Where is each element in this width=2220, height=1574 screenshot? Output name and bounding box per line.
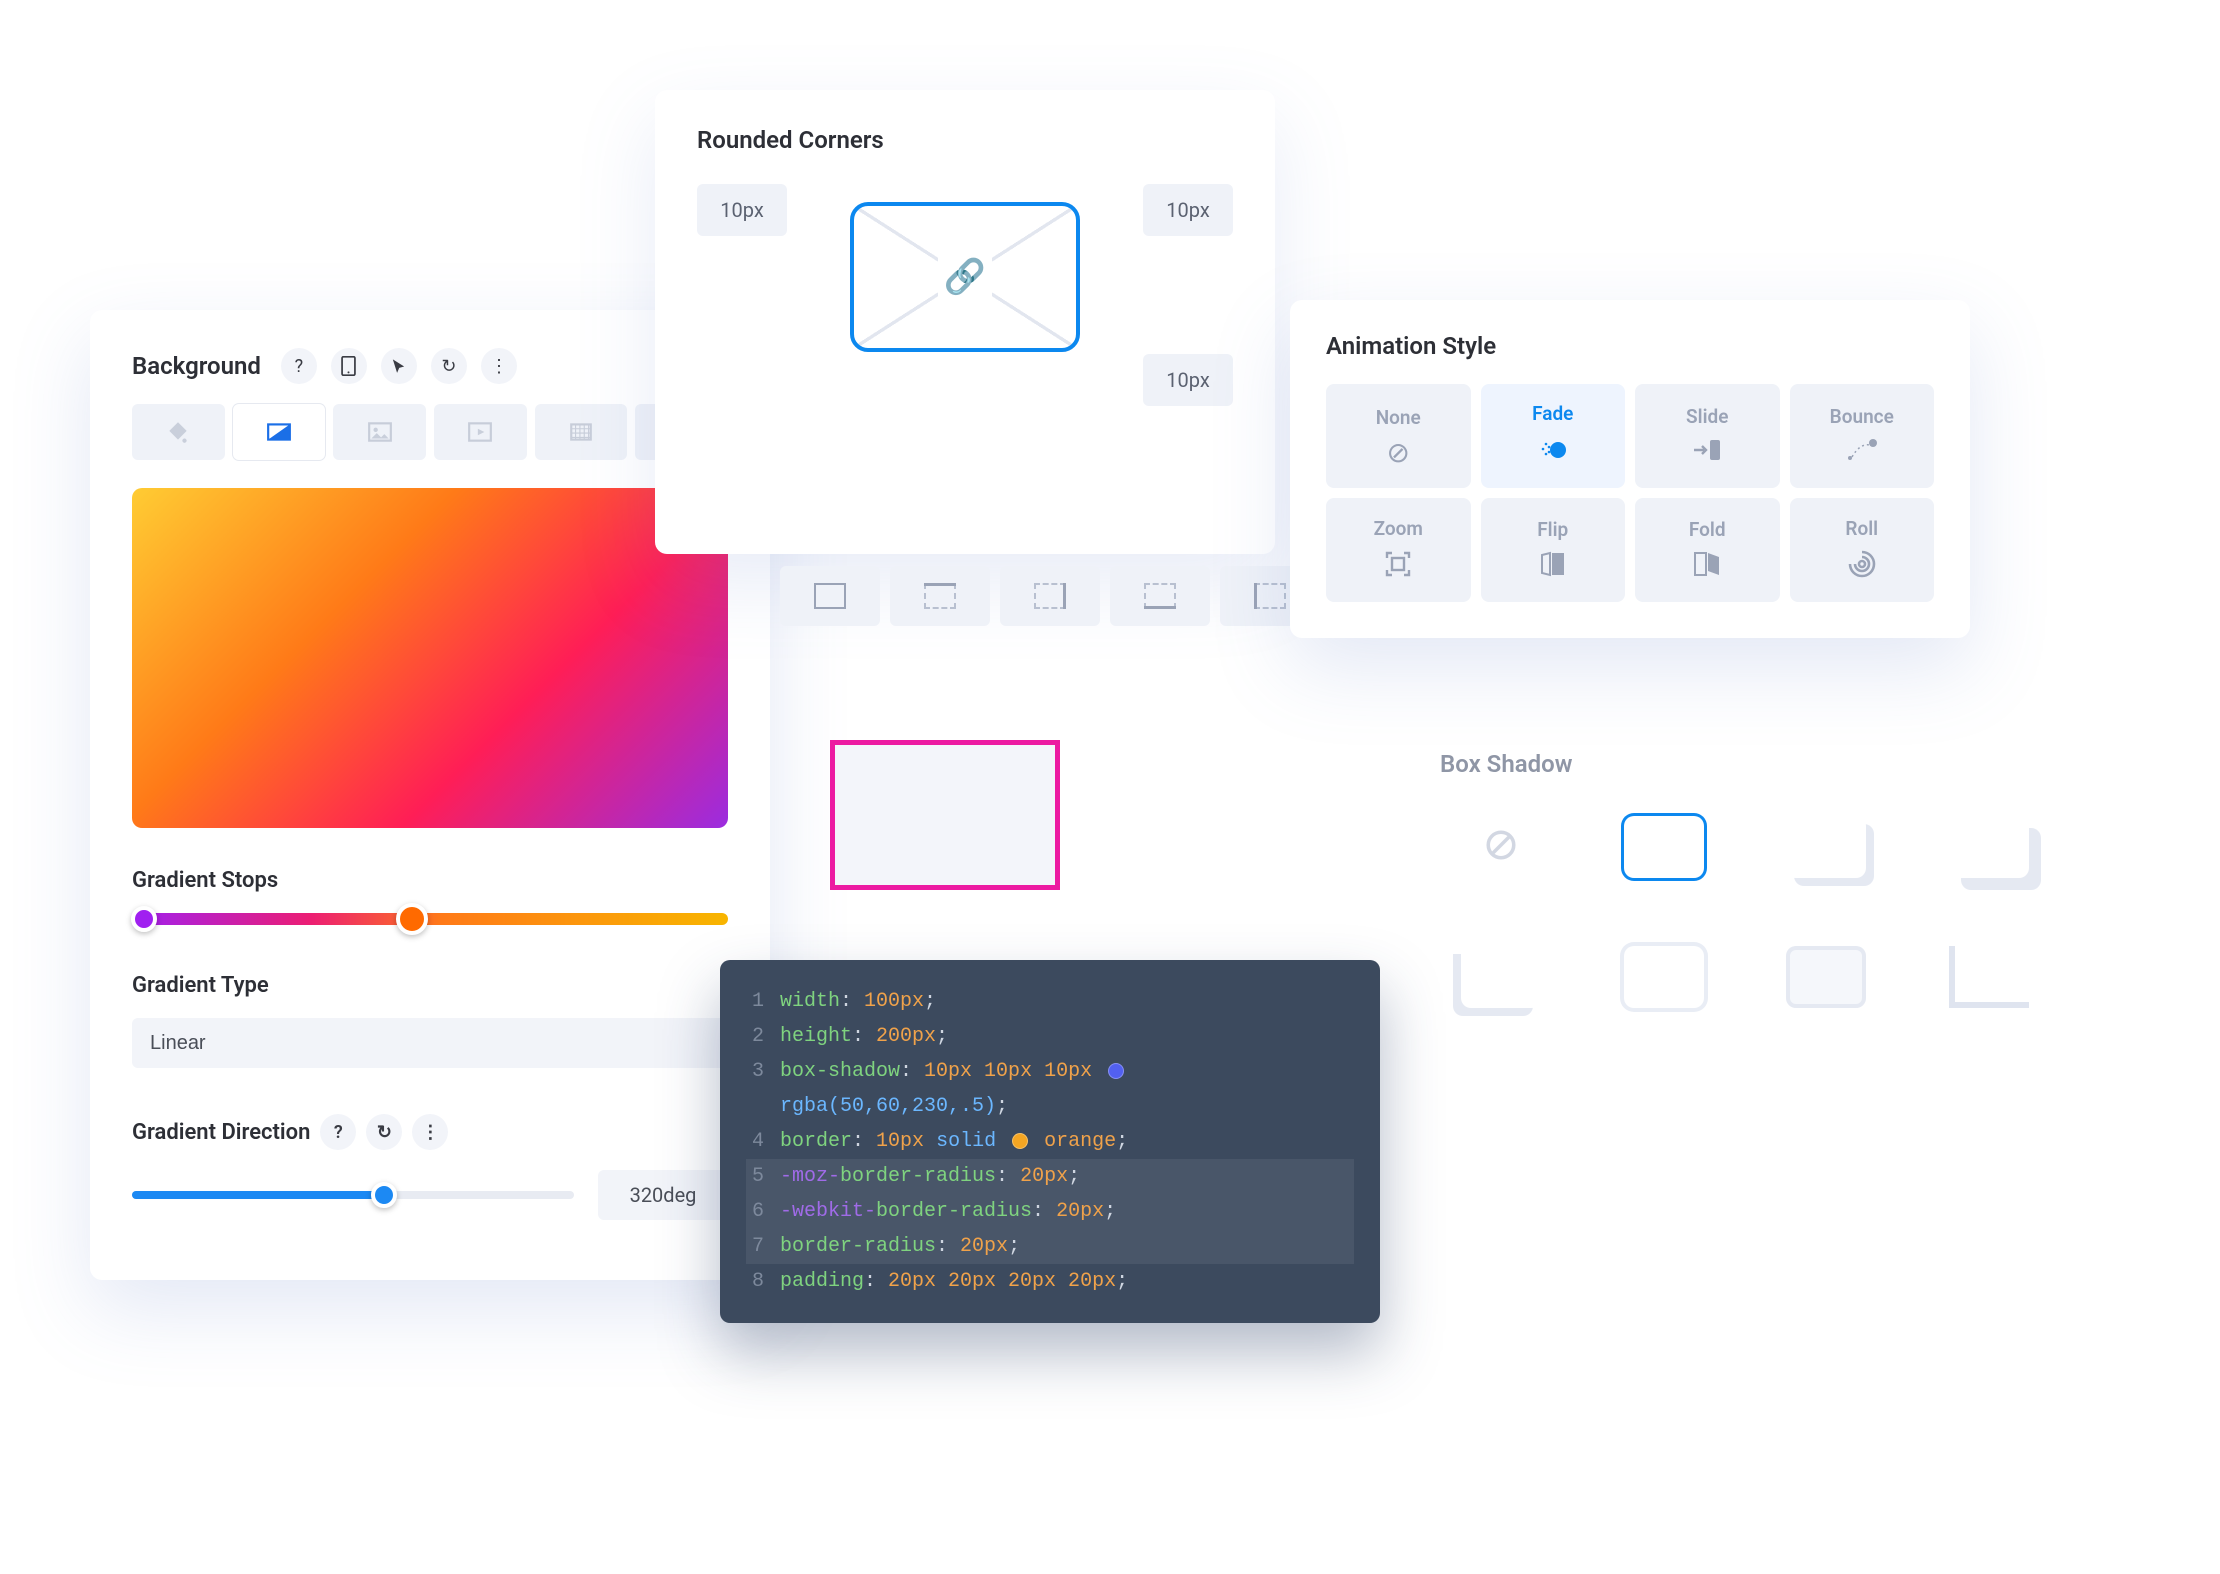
help-icon[interactable]: ? — [320, 1114, 356, 1150]
gradient-direction-handle[interactable] — [371, 1182, 397, 1208]
animation-tile-bounce[interactable]: Bounce — [1790, 384, 1935, 488]
gradient-type-select[interactable] — [132, 1018, 728, 1068]
shadow-tile-4[interactable] — [1461, 946, 1541, 1008]
fold-icon — [1693, 551, 1721, 582]
gradient-direction-row: 320deg — [132, 1170, 728, 1220]
border-tab-top[interactable] — [890, 566, 990, 626]
animation-label: Flip — [1537, 518, 1568, 541]
code-line: rgba(50,60,230,.5); — [746, 1089, 1354, 1124]
background-tabs — [132, 404, 728, 460]
animation-tile-fold[interactable]: Fold — [1635, 498, 1780, 602]
animation-label: Fade — [1532, 402, 1573, 425]
gradient-preview — [132, 488, 728, 828]
box-shadow-title: Box Shadow — [1440, 750, 2050, 778]
box-shadow-grid — [1440, 802, 2050, 1022]
hover-icon[interactable] — [381, 348, 417, 384]
animation-tile-roll[interactable]: Roll — [1790, 498, 1935, 602]
reset-icon[interactable]: ↻ — [431, 348, 467, 384]
corner-link-box[interactable]: 🔗 — [850, 202, 1080, 352]
zoom-icon — [1384, 550, 1412, 583]
gradient-stop-handle-2[interactable] — [396, 903, 428, 935]
gradient-stop-handle-1[interactable] — [131, 906, 157, 932]
link-icon: 🔗 — [938, 251, 992, 303]
bg-tab-image[interactable] — [333, 404, 426, 460]
menu-icon[interactable]: ⋮ — [481, 348, 517, 384]
animation-style-title: Animation Style — [1326, 332, 1934, 360]
none-icon: ⊘ — [1387, 439, 1410, 467]
gradient-direction-label-text: Gradient Direction — [132, 1120, 310, 1145]
shadow-tile-none[interactable] — [1484, 828, 1518, 866]
bg-tab-gradient[interactable] — [233, 404, 326, 460]
animation-tile-slide[interactable]: Slide — [1635, 384, 1780, 488]
gradient-stops-label: Gradient Stops — [132, 868, 728, 893]
code-line: 3 box-shadow: 10px 10px 10px — [746, 1054, 1354, 1089]
animation-label: Bounce — [1830, 405, 1894, 428]
animation-style-panel: Animation Style None ⊘ Fade Slide Bounce… — [1290, 300, 1970, 638]
corner-bottom-right-value[interactable]: 10px — [1143, 354, 1233, 406]
corner-top-right-value[interactable]: 10px — [1143, 184, 1233, 236]
bg-tab-pattern[interactable] — [535, 404, 628, 460]
code-line: 5 -moz-border-radius: 20px; — [746, 1159, 1354, 1194]
animation-tile-fade[interactable]: Fade — [1481, 384, 1626, 488]
background-header: Background ? ↻ ⋮ — [132, 348, 728, 384]
fade-icon — [1538, 435, 1568, 470]
animation-tile-none[interactable]: None ⊘ — [1326, 384, 1471, 488]
box-shadow-panel: Box Shadow — [1440, 750, 2050, 1022]
animation-label: Slide — [1686, 405, 1728, 428]
gradient-direction-label: Gradient Direction ? ↻ ⋮ — [132, 1114, 728, 1150]
shadow-tile-7[interactable] — [1949, 946, 2029, 1008]
menu-icon[interactable]: ⋮ — [412, 1114, 448, 1150]
animation-label: Roll — [1845, 517, 1878, 540]
code-line: 2 height: 200px; — [746, 1019, 1354, 1054]
gradient-direction-slider[interactable] — [132, 1191, 574, 1199]
code-line: 4 border: 10px solid orange; — [746, 1124, 1354, 1159]
border-preview-box — [830, 740, 1060, 890]
reset-icon[interactable]: ↻ — [366, 1114, 402, 1150]
flip-icon — [1540, 551, 1566, 582]
animation-label: None — [1376, 406, 1421, 429]
animation-tile-flip[interactable]: Flip — [1481, 498, 1626, 602]
border-tab-all[interactable] — [780, 566, 880, 626]
animation-label: Zoom — [1374, 517, 1423, 540]
shadow-tile-5[interactable] — [1624, 946, 1704, 1008]
animation-style-grid: None ⊘ Fade Slide Bounce Zoom — [1326, 384, 1934, 602]
bounce-icon — [1846, 438, 1878, 467]
background-title: Background — [132, 352, 261, 380]
border-position-tabs — [780, 566, 1320, 626]
shadow-tile-3[interactable] — [1949, 816, 2029, 878]
animation-tile-zoom[interactable]: Zoom — [1326, 498, 1471, 602]
shadow-tile-2[interactable] — [1786, 816, 1866, 878]
shadow-tile-6[interactable] — [1786, 946, 1866, 1008]
gradient-type-label: Gradient Type — [132, 973, 728, 998]
bg-tab-video[interactable] — [434, 404, 527, 460]
code-line: 1 width: 100px; — [746, 984, 1354, 1019]
slide-icon — [1692, 438, 1722, 467]
rounded-corners-panel: Rounded Corners 10px 10px 10px 🔗 — [655, 90, 1275, 554]
gradient-stops-slider[interactable] — [132, 913, 728, 925]
code-line: 6 -webkit-border-radius: 20px; — [746, 1194, 1354, 1229]
corner-top-left-value[interactable]: 10px — [697, 184, 787, 236]
border-tab-right[interactable] — [1000, 566, 1100, 626]
rounded-corners-grid: 10px 10px 10px 🔗 — [697, 184, 1233, 514]
help-icon[interactable]: ? — [281, 348, 317, 384]
tablet-icon[interactable] — [331, 348, 367, 384]
rounded-corners-title: Rounded Corners — [697, 126, 1233, 154]
shadow-tile-1[interactable] — [1624, 816, 1704, 878]
bg-tab-fill[interactable] — [132, 404, 225, 460]
roll-icon — [1848, 550, 1876, 583]
animation-label: Fold — [1689, 518, 1726, 541]
code-line: 7 border-radius: 20px; — [746, 1229, 1354, 1264]
border-tab-bottom[interactable] — [1110, 566, 1210, 626]
code-line: 8 padding: 20px 20px 20px 20px; — [746, 1264, 1354, 1299]
gradient-direction-value[interactable]: 320deg — [598, 1170, 728, 1220]
css-code-panel[interactable]: 1 width: 100px; 2 height: 200px; 3 box-s… — [720, 960, 1380, 1323]
